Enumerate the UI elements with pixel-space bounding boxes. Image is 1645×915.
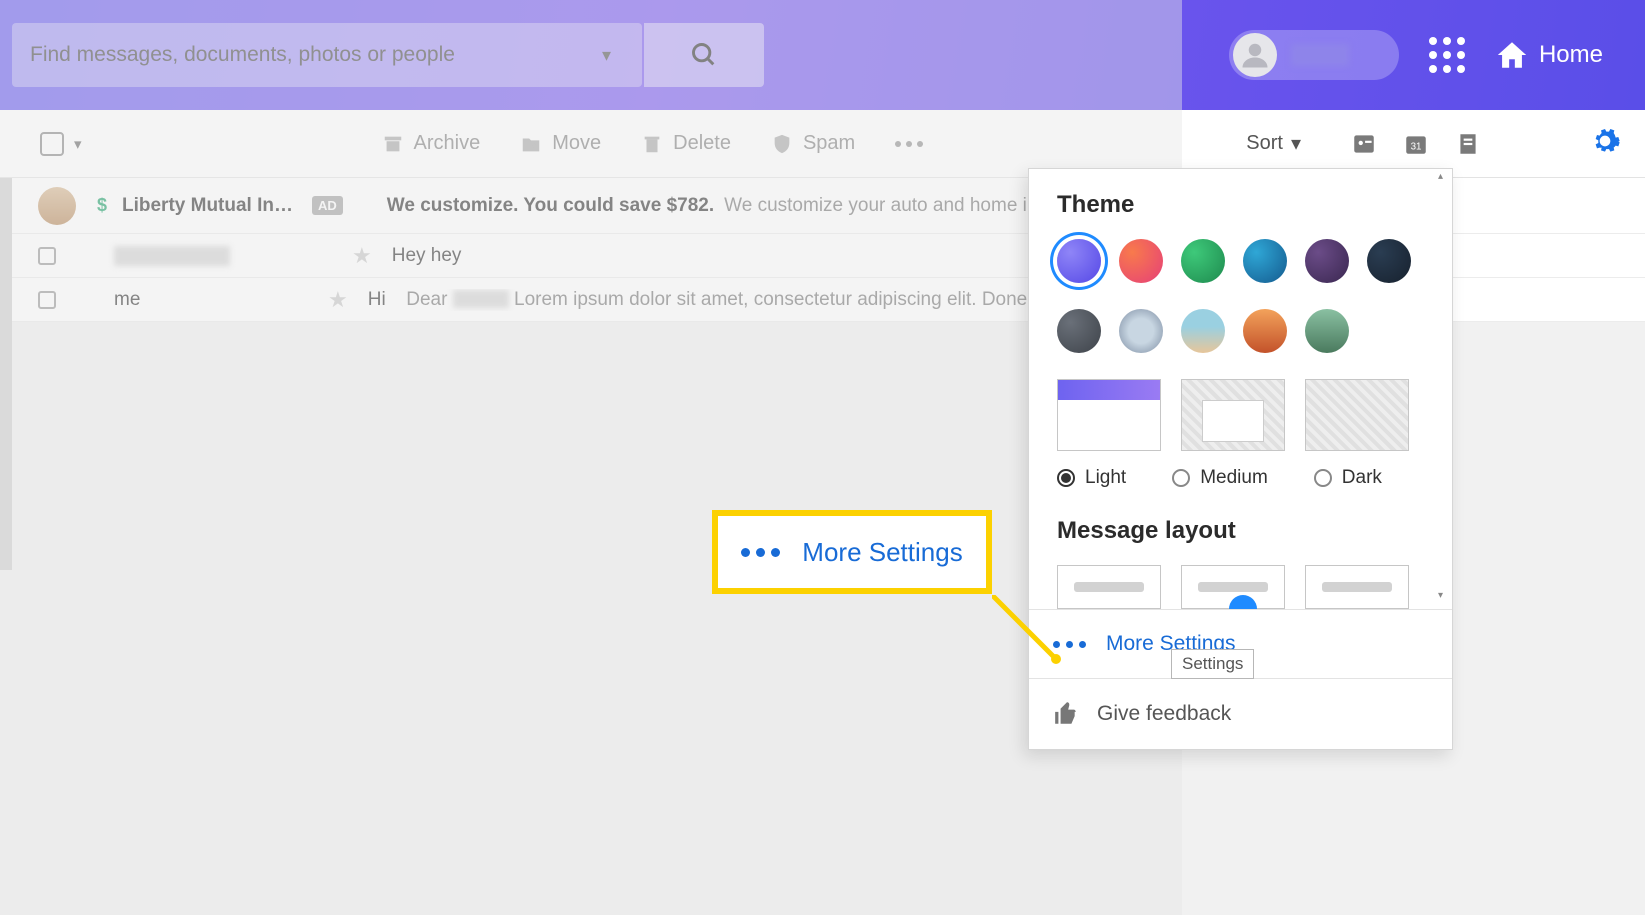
radio-light[interactable]: Light	[1057, 467, 1126, 489]
sort-label: Sort	[1246, 132, 1283, 155]
contacts-icon[interactable]	[1351, 131, 1377, 157]
star-icon[interactable]: ★	[352, 243, 372, 269]
radio-medium-label: Medium	[1200, 467, 1268, 489]
apps-grid-icon[interactable]	[1429, 37, 1465, 73]
preview-prefix: Dear	[406, 289, 447, 310]
move-label: Move	[552, 132, 601, 155]
theme-mode-cards	[1057, 379, 1426, 451]
ad-badge: AD	[312, 196, 343, 215]
settings-button[interactable]	[1589, 125, 1621, 162]
home-link[interactable]: Home	[1495, 38, 1603, 72]
chevron-down-icon[interactable]: ▾	[602, 45, 611, 66]
row-checkbox[interactable]	[38, 291, 56, 309]
layout-title: Message layout	[1057, 517, 1426, 545]
select-all-checkbox[interactable]	[40, 132, 64, 156]
search-icon	[690, 41, 718, 69]
archive-label: Archive	[414, 132, 481, 155]
radio-medium[interactable]: Medium	[1172, 467, 1268, 489]
theme-swatch[interactable]	[1057, 309, 1101, 353]
select-all-chevron-icon[interactable]: ▾	[74, 135, 82, 153]
callout-label: More Settings	[802, 537, 962, 568]
shield-icon	[771, 133, 793, 155]
delete-label: Delete	[673, 132, 731, 155]
archive-icon	[382, 133, 404, 155]
radio-dark-label: Dark	[1342, 467, 1382, 489]
toolbar-view-icons: 31	[1351, 131, 1481, 157]
message-preview: Dear Lorem ipsum dolor sit amet, consect…	[396, 289, 1645, 311]
preview-hidden	[453, 290, 509, 308]
radio-light-label: Light	[1085, 467, 1126, 489]
chevron-down-icon: ▾	[1291, 131, 1301, 156]
layout-card[interactable]	[1305, 565, 1409, 609]
search-input[interactable]	[12, 23, 642, 87]
top-bar: ▾ Home	[0, 0, 1645, 110]
theme-swatch[interactable]	[1243, 239, 1287, 283]
theme-swatch[interactable]	[1367, 239, 1411, 283]
theme-swatch[interactable]	[1119, 239, 1163, 283]
dots-icon	[741, 548, 780, 557]
theme-swatch[interactable]	[1243, 309, 1287, 353]
theme-swatch[interactable]	[1305, 239, 1349, 283]
theme-swatch-row-1	[1057, 239, 1426, 283]
feedback-label: Give feedback	[1097, 702, 1231, 726]
mode-card-light[interactable]	[1057, 379, 1161, 451]
settings-tooltip: Settings	[1171, 649, 1254, 679]
profile-name	[1291, 44, 1349, 66]
search-container: ▾	[12, 23, 642, 87]
panel-scrollbar[interactable]	[1436, 171, 1450, 601]
layout-cards: ⌄	[1057, 565, 1426, 609]
notepad-icon[interactable]	[1455, 131, 1481, 157]
star-icon[interactable]: ★	[328, 287, 348, 313]
sender-hidden	[114, 246, 230, 266]
layout-card[interactable]	[1057, 565, 1161, 609]
dots-icon	[1053, 641, 1086, 648]
thumbs-up-icon	[1053, 701, 1079, 727]
theme-mode-radios: Light Medium Dark	[1057, 467, 1426, 489]
theme-swatch-row-2	[1057, 309, 1426, 353]
profile-chip[interactable]	[1229, 30, 1399, 80]
give-feedback-link[interactable]: Give feedback Settings	[1029, 679, 1452, 749]
message-subject: Hey hey	[392, 245, 462, 267]
move-button[interactable]: Move	[520, 132, 601, 155]
theme-title: Theme	[1057, 191, 1426, 219]
row-checkbox[interactable]	[38, 247, 56, 265]
spam-button[interactable]: Spam	[771, 132, 855, 155]
theme-swatch[interactable]	[1181, 239, 1225, 283]
left-gutter	[0, 110, 12, 570]
toolbar-actions: Archive Move Delete Spam	[382, 132, 924, 155]
theme-swatch[interactable]	[1119, 309, 1163, 353]
spam-label: Spam	[803, 132, 855, 155]
sponsor-icon: $	[90, 194, 114, 218]
search-button[interactable]	[644, 23, 764, 87]
radio-dark[interactable]: Dark	[1314, 467, 1382, 489]
gear-icon	[1589, 125, 1621, 157]
preview-suffix: Lorem ipsum dolor sit amet, consectetur …	[514, 289, 1046, 310]
move-icon	[520, 133, 542, 155]
ad-sender: Liberty Mutual Insu…	[122, 195, 300, 217]
message-subject: Hi	[368, 289, 386, 311]
message-sender: me	[114, 289, 336, 311]
top-right-controls: Home	[1229, 30, 1633, 80]
more-actions-icon[interactable]	[895, 132, 923, 155]
calendar-icon[interactable]: 31	[1403, 131, 1429, 157]
ad-avatar	[38, 187, 76, 225]
mode-card-medium[interactable]	[1181, 379, 1285, 451]
trash-icon	[641, 133, 663, 155]
sort-dropdown[interactable]: Sort ▾	[1246, 131, 1301, 156]
svg-text:31: 31	[1411, 141, 1422, 152]
archive-button[interactable]: Archive	[382, 132, 481, 155]
home-label: Home	[1539, 41, 1603, 69]
avatar-icon	[1233, 33, 1277, 77]
annotation-callout: More Settings	[712, 510, 992, 594]
theme-swatch[interactable]	[1181, 309, 1225, 353]
settings-scroll-area: Theme Light Medium Dark Message layou	[1029, 169, 1452, 609]
mode-card-dark[interactable]	[1305, 379, 1409, 451]
delete-button[interactable]: Delete	[641, 132, 731, 155]
theme-swatch[interactable]	[1305, 309, 1349, 353]
ad-subject: We customize. You could save $782.	[387, 195, 714, 217]
settings-panel: Theme Light Medium Dark Message layou	[1028, 168, 1453, 750]
home-icon	[1495, 38, 1529, 72]
theme-swatch[interactable]	[1057, 239, 1101, 283]
